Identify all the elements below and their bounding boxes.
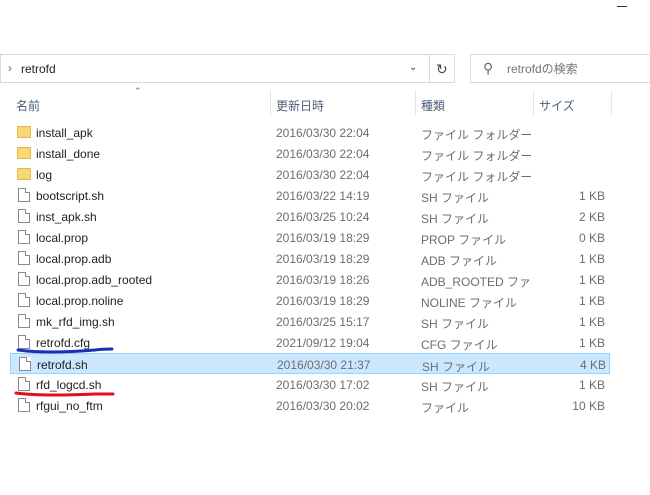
red-underline-annotation bbox=[14, 391, 115, 397]
annotation-overlay bbox=[14, 347, 115, 397]
blue-underline-annotation bbox=[16, 347, 114, 354]
